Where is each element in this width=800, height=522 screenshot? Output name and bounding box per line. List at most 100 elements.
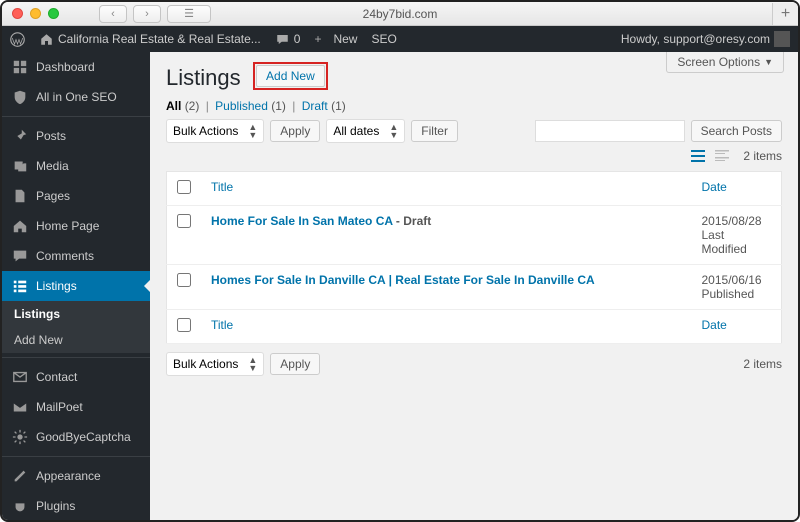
sidebar-item-comments[interactable]: Comments [2, 241, 150, 271]
apply-button[interactable]: Apply [270, 120, 320, 142]
new-tab-button[interactable]: + [772, 3, 798, 25]
excerpt-view-icon [714, 148, 730, 164]
row-checkbox[interactable] [177, 273, 191, 287]
sidebar-item-label: Pages [36, 189, 70, 203]
row-checkbox[interactable] [177, 214, 191, 228]
sidebar-item-label: Media [36, 159, 69, 173]
envelope-icon [12, 399, 28, 415]
comments-count: 0 [294, 32, 301, 46]
sidebar-item-home-page[interactable]: Home Page [2, 211, 150, 241]
add-new-button[interactable]: Add New [256, 65, 325, 87]
select-all-checkbox[interactable] [177, 180, 191, 194]
date-filter-label: All dates [333, 124, 379, 138]
page-icon [12, 188, 28, 204]
site-name-link[interactable]: California Real Estate & Real Estate... [39, 32, 261, 47]
submenu-item-add-new[interactable]: Add New [2, 327, 150, 353]
view-excerpt-button[interactable] [711, 145, 733, 167]
sidebar-item-label: Appearance [36, 469, 101, 483]
add-new-highlight: Add New [253, 62, 328, 90]
shield-icon [12, 89, 28, 105]
search-button[interactable]: Search Posts [691, 120, 782, 142]
chevron-down-icon: ▼ [764, 57, 773, 67]
cog-icon [12, 429, 28, 445]
sidebar-item-goodbyecaptcha[interactable]: GoodByeCaptcha [2, 422, 150, 452]
submenu-item-listings[interactable]: Listings [2, 301, 150, 327]
home-icon [39, 32, 54, 47]
select-caret-icon: ▲▼ [248, 356, 257, 372]
wp-admin-bar: California Real Estate & Real Estate... … [2, 26, 798, 52]
filter-published[interactable]: Published [215, 99, 268, 113]
nav-back-button[interactable]: ‹ [99, 5, 127, 23]
select-all-checkbox-bottom[interactable] [177, 318, 191, 332]
window-zoom-icon[interactable] [48, 8, 59, 19]
comment-icon [275, 32, 290, 47]
admin-sidebar: Dashboard All in One SEO Posts Media Pages Ho… [2, 52, 150, 520]
window-minimize-icon[interactable] [30, 8, 41, 19]
column-date[interactable]: Date [702, 180, 727, 194]
sidebar-submenu: ListingsAdd New [2, 301, 150, 353]
sidebar-item-label: MailPoet [36, 400, 83, 414]
sidebar-item-mailpoet[interactable]: MailPoet [2, 392, 150, 422]
nav-forward-button[interactable]: › [133, 5, 161, 23]
sidebar-item-label: Posts [36, 129, 66, 143]
avatar [774, 31, 790, 47]
sidebar-item-appearance[interactable]: Appearance [2, 461, 150, 491]
howdy-account[interactable]: Howdy, support@oresy.com [621, 31, 790, 47]
pin-icon [12, 128, 28, 144]
sidebar-item-listings[interactable]: Listings [2, 271, 150, 301]
items-count-top: 2 items [743, 149, 782, 163]
select-caret-icon: ▲▼ [248, 123, 257, 139]
column-title-bottom[interactable]: Title [211, 318, 233, 332]
sidebar-item-label: Comments [36, 249, 94, 263]
sidebar-item-label: Contact [36, 370, 77, 384]
sidebar-item-label: All in One SEO [36, 90, 117, 104]
row-title-link[interactable]: Homes For Sale In Danville CA | Real Est… [211, 273, 595, 287]
list-view-icon [690, 148, 706, 164]
row-title-link[interactable]: Home For Sale In San Mateo CA [211, 214, 393, 228]
page-title: Listings [166, 65, 241, 91]
sidebar-item-label: Home Page [36, 219, 99, 233]
row-date: 2015/08/28Last Modified [692, 206, 782, 265]
column-title[interactable]: Title [211, 180, 233, 194]
column-date-bottom[interactable]: Date [702, 318, 727, 332]
filter-button[interactable]: Filter [411, 120, 458, 142]
sidebar-item-plugins[interactable]: Plugins [2, 491, 150, 520]
sidebar-item-label: Dashboard [36, 60, 95, 74]
listings-table: Title Date Home For Sale In San Mateo CA… [166, 171, 782, 344]
screen-options-toggle[interactable]: Screen Options ▼ [666, 52, 784, 73]
apply-button-bottom[interactable]: Apply [270, 353, 320, 375]
sidebar-item-pages[interactable]: Pages [2, 181, 150, 211]
items-count-bottom: 2 items [743, 357, 782, 371]
sidebar-item-all-in-one-seo[interactable]: All in One SEO [2, 82, 150, 112]
home-icon [12, 218, 28, 234]
view-list-button[interactable] [687, 145, 709, 167]
sidebar-item-media[interactable]: Media [2, 151, 150, 181]
sidebar-item-dashboard[interactable]: Dashboard [2, 52, 150, 82]
window-close-icon[interactable] [12, 8, 23, 19]
bulk-actions-label-bottom: Bulk Actions [173, 357, 238, 371]
bulk-actions-select-bottom[interactable]: Bulk Actions ▲▼ [166, 352, 264, 376]
dashboard-icon [12, 59, 28, 75]
sidebar-toggle-button[interactable]: ☰ [167, 5, 211, 23]
sidebar-item-contact[interactable]: Contact [2, 362, 150, 392]
date-filter-select[interactable]: All dates ▲▼ [326, 119, 405, 143]
browser-titlebar: ‹ › ☰ 24by7bid.com + [2, 2, 798, 26]
comments-link[interactable]: 0 [275, 32, 301, 47]
new-label: New [333, 32, 357, 46]
media-icon [12, 158, 28, 174]
search-input[interactable] [535, 120, 685, 142]
wp-logo-icon[interactable] [10, 32, 25, 47]
sidebar-item-posts[interactable]: Posts [2, 121, 150, 151]
content-area: Screen Options ▼ Listings Add New All (2… [150, 52, 798, 520]
bulk-actions-label: Bulk Actions [173, 124, 238, 138]
plus-icon: + [314, 32, 329, 47]
filter-all[interactable]: All [166, 99, 181, 113]
seo-link[interactable]: SEO [371, 32, 396, 46]
table-row: Home For Sale In San Mateo CA - Draft201… [167, 206, 782, 265]
filter-draft[interactable]: Draft [302, 99, 328, 113]
table-row: Homes For Sale In Danville CA | Real Est… [167, 265, 782, 310]
new-content-link[interactable]: + New [314, 32, 357, 47]
screen-options-label: Screen Options [677, 55, 760, 69]
row-date: 2015/06/16Published [692, 265, 782, 310]
bulk-actions-select[interactable]: Bulk Actions ▲▼ [166, 119, 264, 143]
